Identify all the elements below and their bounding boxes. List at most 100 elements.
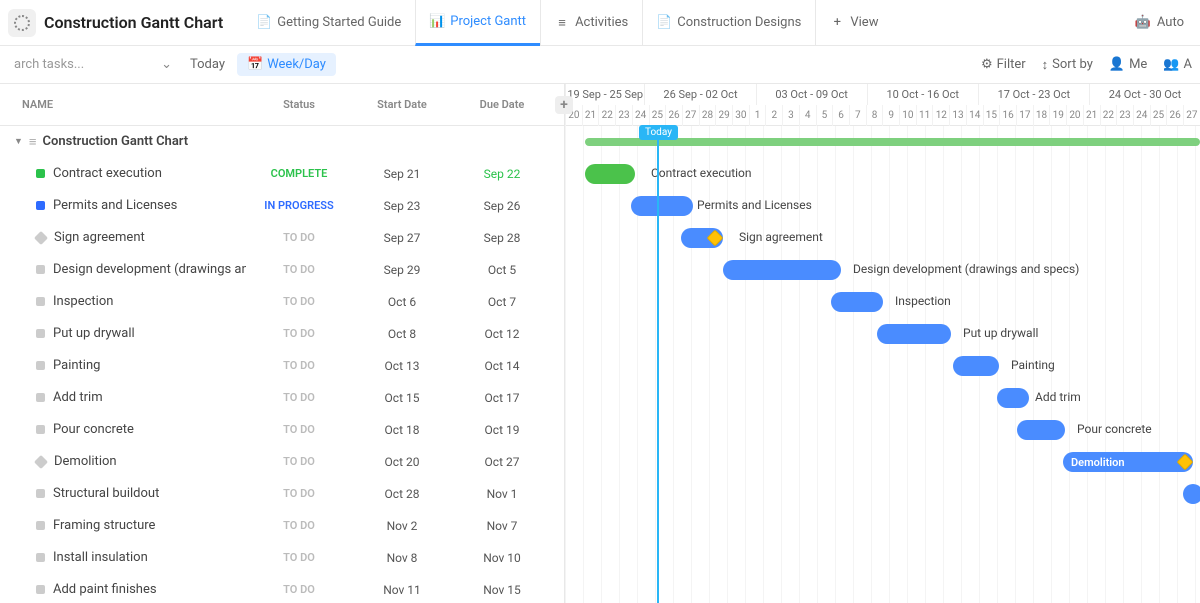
task-due-date[interactable]: Oct 14 — [452, 359, 552, 373]
task-status[interactable]: TO DO — [246, 423, 352, 436]
task-status[interactable]: IN PROGRESS — [246, 199, 352, 212]
tab-project-gantt[interactable]: 📊Project Gantt — [415, 0, 540, 46]
gantt-bar[interactable] — [877, 324, 951, 344]
task-row[interactable]: Put up drywall TO DO Oct 8 Oct 12 — [0, 318, 564, 350]
task-due-date[interactable]: Oct 12 — [452, 327, 552, 341]
day-header: 26 — [665, 105, 682, 126]
task-row[interactable]: Structural buildout TO DO Oct 28 Nov 1 — [0, 478, 564, 510]
task-due-date[interactable]: Oct 17 — [452, 391, 552, 405]
task-start-date[interactable]: Oct 18 — [352, 423, 452, 437]
gantt-bar[interactable] — [631, 196, 693, 216]
me-filter[interactable]: 👤Me — [1109, 57, 1147, 72]
task-due-date[interactable]: Oct 5 — [452, 263, 552, 277]
gantt-bar[interactable] — [953, 356, 999, 376]
task-start-date[interactable]: Oct 20 — [352, 455, 452, 469]
task-start-date[interactable]: Nov 2 — [352, 519, 452, 533]
assignee-filter[interactable]: 👥A — [1163, 57, 1192, 72]
task-row[interactable]: Add trim TO DO Oct 15 Oct 17 — [0, 382, 564, 414]
gantt-bar[interactable]: Demolition — [1063, 452, 1193, 472]
task-start-date[interactable]: Nov 8 — [352, 551, 452, 565]
task-due-date[interactable]: Nov 1 — [452, 487, 552, 501]
task-status[interactable]: TO DO — [246, 551, 352, 564]
task-start-date[interactable]: Sep 27 — [352, 231, 452, 245]
task-due-date[interactable]: Oct 27 — [452, 455, 552, 469]
task-status[interactable]: TO DO — [246, 487, 352, 500]
task-name: Painting — [53, 358, 100, 373]
today-marker: Today — [657, 126, 659, 603]
gantt-bar[interactable] — [585, 164, 635, 184]
task-row[interactable]: Painting TO DO Oct 13 Oct 14 — [0, 350, 564, 382]
task-start-date[interactable]: Oct 13 — [352, 359, 452, 373]
task-status[interactable]: TO DO — [246, 455, 352, 468]
filter-icon: ⚙ — [981, 57, 993, 72]
gantt-bar[interactable] — [1183, 484, 1200, 504]
today-button[interactable]: Today — [190, 57, 225, 72]
task-row[interactable]: Pour concrete TO DO Oct 18 Oct 19 — [0, 414, 564, 446]
task-row[interactable]: Permits and Licenses IN PROGRESS Sep 23 … — [0, 190, 564, 222]
gantt-bar-label: Inspection — [895, 294, 951, 308]
day-header: 14 — [966, 105, 983, 126]
task-status[interactable]: TO DO — [246, 231, 352, 244]
today-badge: Today — [639, 125, 678, 140]
gantt-bar[interactable] — [723, 260, 841, 280]
gantt-bar[interactable] — [997, 388, 1029, 408]
task-due-date[interactable]: Nov 15 — [452, 583, 552, 597]
task-row[interactable]: Contract execution COMPLETE Sep 21 Sep 2… — [0, 158, 564, 190]
task-row[interactable]: Design development (drawings an... TO DO… — [0, 254, 564, 286]
task-due-date[interactable]: Nov 7 — [452, 519, 552, 533]
tab-construction-designs[interactable]: 📄Construction Designs — [642, 0, 815, 46]
task-name: Structural buildout — [53, 486, 159, 501]
add-column-button[interactable]: + — [555, 96, 573, 114]
group-row[interactable]: ▼ ≡ Construction Gantt Chart — [0, 126, 564, 158]
task-status[interactable]: TO DO — [246, 391, 352, 404]
task-start-date[interactable]: Sep 23 — [352, 199, 452, 213]
task-start-date[interactable]: Nov 11 — [352, 583, 452, 597]
task-status[interactable]: TO DO — [246, 327, 352, 340]
col-header-due[interactable]: Due Date — [452, 98, 552, 111]
tab-getting-started-guide[interactable]: 📄Getting Started Guide — [243, 0, 415, 46]
weekday-toggle[interactable]: 📅 Week/Day — [237, 53, 336, 76]
task-status[interactable]: TO DO — [246, 583, 352, 596]
task-due-date[interactable]: Oct 19 — [452, 423, 552, 437]
task-status[interactable]: COMPLETE — [246, 167, 352, 180]
tab-activities[interactable]: ≡Activities — [540, 0, 642, 46]
task-due-date[interactable]: Sep 26 — [452, 199, 552, 213]
task-start-date[interactable]: Sep 29 — [352, 263, 452, 277]
task-row[interactable]: Add paint finishes TO DO Nov 11 Nov 15 — [0, 574, 564, 603]
task-status[interactable]: TO DO — [246, 519, 352, 532]
task-start-date[interactable]: Oct 8 — [352, 327, 452, 341]
task-start-date[interactable]: Sep 21 — [352, 167, 452, 181]
task-start-date[interactable]: Oct 6 — [352, 295, 452, 309]
sort-button[interactable]: ↕Sort by — [1042, 57, 1093, 73]
task-status[interactable]: TO DO — [246, 263, 352, 276]
day-header: 24 — [1133, 105, 1150, 126]
col-header-start[interactable]: Start Date — [352, 98, 452, 111]
summary-bar[interactable] — [585, 138, 1200, 146]
task-due-date[interactable]: Sep 28 — [452, 231, 552, 245]
search-input[interactable]: arch tasks... ⌄ — [8, 52, 178, 78]
task-status[interactable]: TO DO — [246, 359, 352, 372]
task-name: Inspection — [53, 294, 113, 309]
tab-view[interactable]: +View — [815, 0, 892, 46]
task-due-date[interactable]: Oct 7 — [452, 295, 552, 309]
auto-button[interactable]: 🤖 Auto — [1127, 15, 1192, 30]
filter-button[interactable]: ⚙Filter — [981, 57, 1026, 72]
app-icon[interactable] — [8, 9, 36, 37]
task-due-date[interactable]: Nov 10 — [452, 551, 552, 565]
gantt-bar[interactable] — [831, 292, 883, 312]
task-row[interactable]: Sign agreement TO DO Sep 27 Sep 28 — [0, 222, 564, 254]
task-start-date[interactable]: Oct 15 — [352, 391, 452, 405]
task-due-date[interactable]: Sep 22 — [452, 167, 552, 181]
col-header-status[interactable]: Status — [246, 98, 352, 111]
col-header-name[interactable]: NAME — [0, 98, 246, 111]
task-row[interactable]: Framing structure TO DO Nov 2 Nov 7 — [0, 510, 564, 542]
task-start-date[interactable]: Oct 28 — [352, 487, 452, 501]
task-row[interactable]: Inspection TO DO Oct 6 Oct 7 — [0, 286, 564, 318]
task-row[interactable]: Install insulation TO DO Nov 8 Nov 10 — [0, 542, 564, 574]
task-name: Pour concrete — [53, 422, 134, 437]
task-row[interactable]: Demolition TO DO Oct 20 Oct 27 — [0, 446, 564, 478]
task-status[interactable]: TO DO — [246, 295, 352, 308]
spinner-icon — [14, 15, 30, 31]
day-header: 23 — [615, 105, 632, 126]
gantt-bar[interactable] — [1017, 420, 1065, 440]
